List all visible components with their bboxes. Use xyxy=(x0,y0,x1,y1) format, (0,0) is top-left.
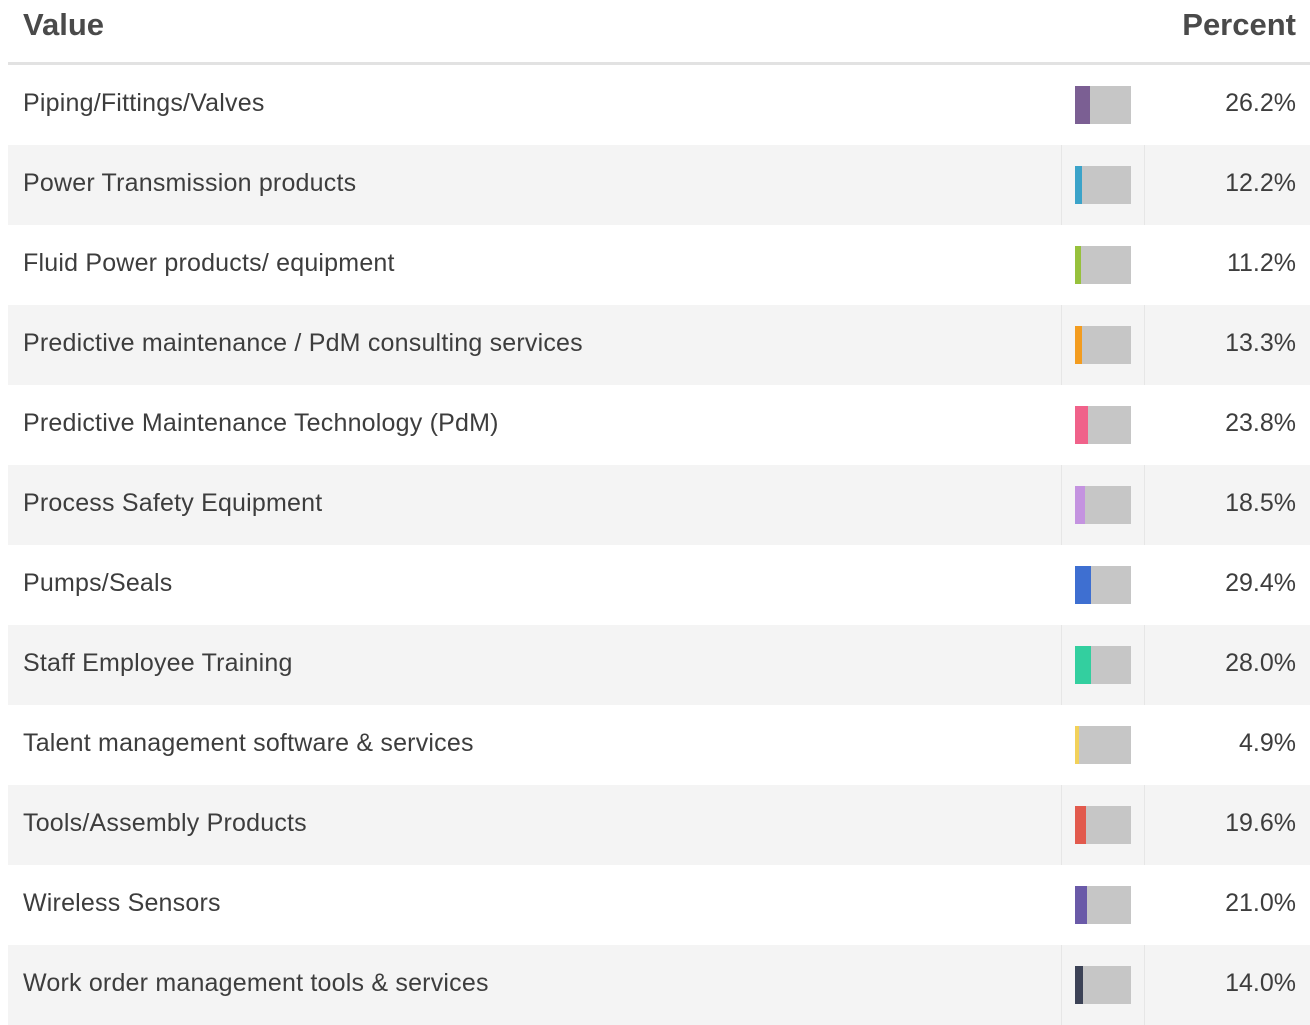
percent-bar-fill xyxy=(1075,246,1081,284)
row-percent: 19.6% xyxy=(1225,809,1296,837)
row-percent: 4.9% xyxy=(1239,729,1296,757)
percent-bar xyxy=(1075,886,1131,924)
table-row: Wireless Sensors 21.0% xyxy=(8,865,1310,945)
row-label: Fluid Power products/ equipment xyxy=(23,249,395,277)
percent-bar-fill xyxy=(1075,886,1087,924)
percent-bar xyxy=(1075,646,1131,684)
percent-bar-fill xyxy=(1075,326,1082,364)
percent-bar xyxy=(1075,86,1131,124)
percent-bar xyxy=(1075,406,1131,444)
row-label: Power Transmission products xyxy=(23,169,357,197)
table-row: Piping/Fittings/Valves 26.2% xyxy=(8,65,1310,145)
percent-bar-fill xyxy=(1075,406,1088,444)
table-row: Tools/Assembly Products 19.6% xyxy=(8,785,1310,865)
percent-bar xyxy=(1075,966,1131,1004)
row-label: Work order management tools & services xyxy=(23,969,489,997)
row-label: Staff Employee Training xyxy=(23,649,293,677)
table-row: Predictive maintenance / PdM consulting … xyxy=(8,305,1310,385)
percent-bar-fill xyxy=(1075,806,1086,844)
row-percent: 26.2% xyxy=(1225,89,1296,117)
table-row: Pumps/Seals 29.4% xyxy=(8,545,1310,625)
row-percent: 28.0% xyxy=(1225,649,1296,677)
table-body: Piping/Fittings/Valves 26.2% Power Transmi… xyxy=(8,65,1310,1025)
percent-bar xyxy=(1075,806,1131,844)
row-percent: 11.2% xyxy=(1226,249,1296,277)
percent-bar xyxy=(1075,566,1131,604)
table-row: Power Transmission products 12.2% xyxy=(8,145,1310,225)
table-row: Talent management software & services 4.9… xyxy=(8,705,1310,785)
row-label: Piping/Fittings/Valves xyxy=(23,89,265,117)
percent-bar-fill xyxy=(1075,166,1082,204)
percent-column-header: Percent xyxy=(1182,7,1296,42)
value-column-header: Value xyxy=(23,7,104,42)
percent-bar-fill xyxy=(1075,486,1085,524)
row-label: Tools/Assembly Products xyxy=(23,809,307,837)
table-row: Process Safety Equipment 18.5% xyxy=(8,465,1310,545)
row-percent: 13.3% xyxy=(1225,329,1296,357)
percent-bar xyxy=(1075,486,1131,524)
percent-bar-fill xyxy=(1075,566,1091,604)
row-percent: 18.5% xyxy=(1225,489,1296,517)
row-label: Process Safety Equipment xyxy=(23,489,323,517)
row-label: Talent management software & services xyxy=(23,729,474,757)
table-row: Work order management tools & services 14… xyxy=(8,945,1310,1025)
table-row: Fluid Power products/ equipment 11.2% xyxy=(8,225,1310,305)
table-header: Value Percent xyxy=(8,0,1310,65)
row-percent: 21.0% xyxy=(1225,889,1296,917)
table-row: Staff Employee Training 28.0% xyxy=(8,625,1310,705)
percent-bar-fill xyxy=(1075,966,1083,1004)
percent-bar-fill xyxy=(1075,86,1090,124)
percent-bar xyxy=(1075,246,1131,284)
row-percent: 12.2% xyxy=(1225,169,1296,197)
results-table: Value Percent Piping/Fittings/Valves 26.2… xyxy=(8,0,1310,1025)
percent-bar xyxy=(1075,326,1131,364)
row-label: Predictive Maintenance Technology (PdM) xyxy=(23,409,499,437)
row-label: Predictive maintenance / PdM consulting … xyxy=(23,329,583,357)
percent-bar-fill xyxy=(1075,646,1091,684)
row-percent: 14.0% xyxy=(1225,969,1296,997)
table-row: Predictive Maintenance Technology (PdM) 2… xyxy=(8,385,1310,465)
percent-bar xyxy=(1075,166,1131,204)
row-label: Pumps/Seals xyxy=(23,569,173,597)
row-percent: 23.8% xyxy=(1225,409,1296,437)
row-label: Wireless Sensors xyxy=(23,889,221,917)
row-percent: 29.4% xyxy=(1225,569,1296,597)
percent-bar xyxy=(1075,726,1131,764)
percent-bar-fill xyxy=(1075,726,1079,764)
